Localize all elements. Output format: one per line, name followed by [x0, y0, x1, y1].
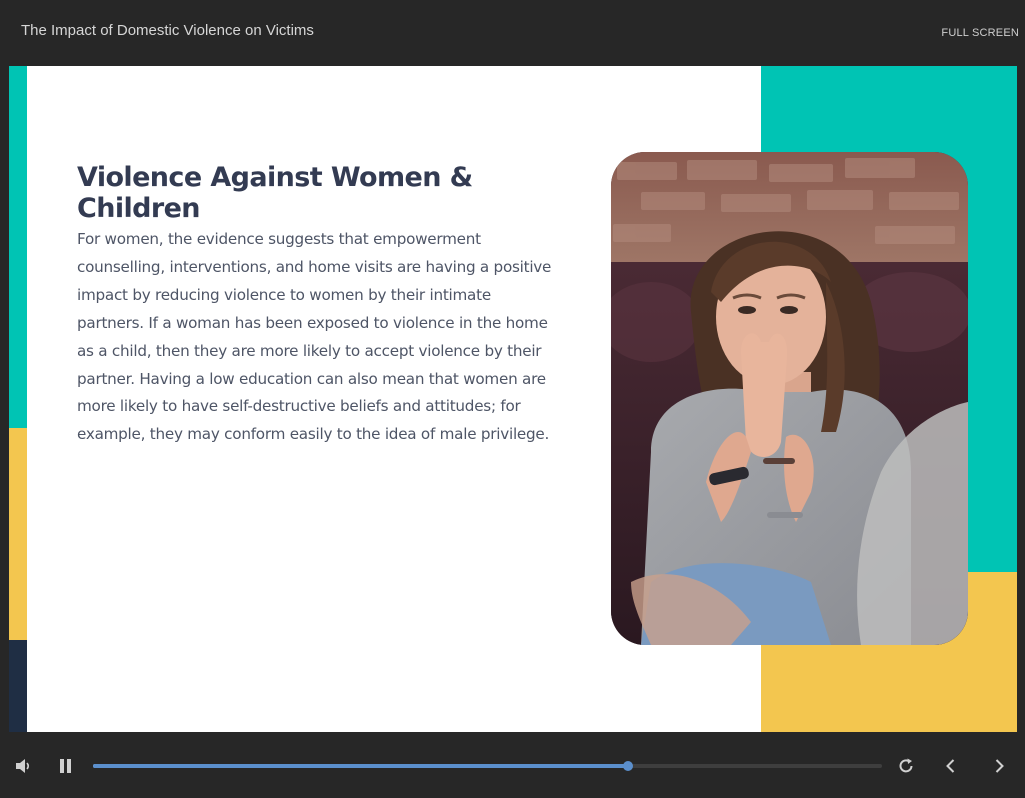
previous-icon[interactable]: [942, 757, 960, 775]
course-title: The Impact of Domestic Violence on Victi…: [21, 22, 314, 39]
seek-progress: [93, 764, 628, 768]
seek-bar[interactable]: [93, 761, 882, 771]
seek-handle[interactable]: [622, 761, 633, 771]
slide-photo: [611, 152, 968, 645]
next-icon[interactable]: [990, 757, 1008, 775]
volume-icon[interactable]: [14, 757, 34, 775]
slide-body-text: For women, the evidence suggests that em…: [77, 230, 552, 444]
accent-stripe-yellow: [9, 428, 27, 640]
fullscreen-button[interactable]: FULL SCREEN: [941, 27, 1019, 39]
player-header: The Impact of Domestic Violence on Victi…: [0, 0, 1025, 66]
slide-heading: Violence Against Women & Children: [77, 162, 473, 224]
pause-icon[interactable]: [58, 758, 74, 774]
slide: Violence Against Women & Children For wo…: [9, 66, 1017, 732]
replay-icon[interactable]: [897, 757, 915, 775]
player-controls: [0, 732, 1025, 798]
accent-stripe-navy: [9, 640, 27, 732]
accent-stripe-teal: [9, 66, 27, 428]
